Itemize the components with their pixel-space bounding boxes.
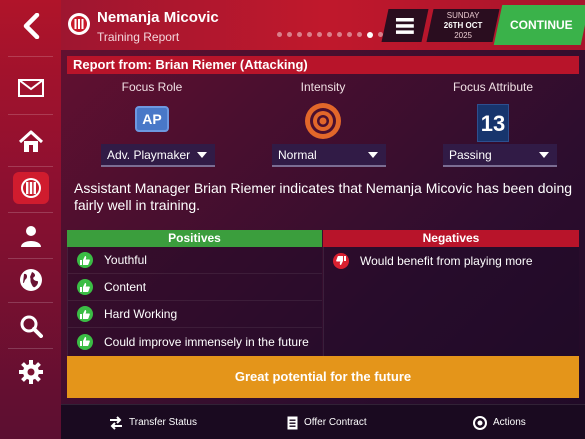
focus-attribute-column: Focus Attribute 13 bbox=[434, 80, 552, 142]
sidebar-item-search[interactable] bbox=[0, 304, 61, 348]
search-icon bbox=[20, 315, 43, 338]
positive-text: Youthful bbox=[104, 253, 147, 267]
home-icon bbox=[18, 130, 43, 152]
positives-heading: Positives bbox=[67, 230, 322, 247]
footer-action-bar: Transfer Status Offer Contract Actions bbox=[61, 404, 585, 439]
date-year: 2025 bbox=[454, 31, 472, 40]
intensity-dropdown[interactable]: Normal bbox=[272, 144, 386, 167]
document-icon bbox=[287, 416, 298, 430]
intensity-target-icon bbox=[305, 103, 341, 139]
intensity-column: Intensity bbox=[264, 80, 382, 145]
date-day: SUNDAY bbox=[446, 11, 480, 20]
list-item: Content bbox=[68, 274, 322, 301]
sidebar-item-world[interactable] bbox=[0, 258, 61, 302]
negatives-heading: Negatives bbox=[323, 230, 579, 247]
date-main: 26TH OCT bbox=[443, 21, 483, 30]
globe-icon bbox=[19, 269, 42, 291]
actions-target-icon bbox=[473, 415, 487, 430]
offer-contract-label: Offer Contract bbox=[304, 417, 367, 428]
page-dot-active[interactable] bbox=[367, 31, 373, 38]
club-crest-icon bbox=[68, 13, 90, 35]
positive-text: Hard Working bbox=[104, 307, 178, 321]
chevron-left-icon bbox=[23, 13, 39, 39]
focus-role-dropdown[interactable]: Adv. Playmaker bbox=[101, 144, 215, 167]
positive-text: Could improve immensely in the future bbox=[104, 334, 309, 349]
calendar-date[interactable]: SUNDAY 26TH OCT 2025 bbox=[426, 9, 500, 42]
gear-icon bbox=[18, 360, 43, 384]
positive-text: Content bbox=[104, 280, 147, 294]
page-dot[interactable] bbox=[277, 32, 282, 37]
focus-role-value: Adv. Playmaker bbox=[107, 148, 191, 162]
continue-label: CONTINUE bbox=[510, 18, 573, 32]
sidebar-item-inbox[interactable] bbox=[0, 66, 61, 110]
intensity-value: Normal bbox=[278, 148, 317, 162]
page-subtitle: Training Report bbox=[97, 30, 180, 44]
offer-contract-button[interactable]: Offer Contract bbox=[287, 405, 367, 439]
sidebar bbox=[0, 0, 61, 439]
page-dot[interactable] bbox=[317, 32, 322, 37]
focus-attribute-label: Focus Attribute bbox=[452, 80, 534, 94]
attribute-value-badge: 13 bbox=[477, 104, 509, 142]
club-badge-icon bbox=[20, 178, 41, 198]
intensity-label: Intensity bbox=[300, 80, 346, 94]
thumbs-down-icon bbox=[333, 252, 349, 269]
report-summary: Assistant Manager Brian Riemer indicates… bbox=[74, 180, 573, 213]
sidebar-item-home[interactable] bbox=[0, 120, 61, 164]
continue-button[interactable]: CONTINUE bbox=[493, 5, 585, 45]
transfer-status-button[interactable]: Transfer Status bbox=[109, 405, 197, 439]
list-item: Could improve immensely in the future bbox=[68, 328, 322, 355]
person-icon bbox=[20, 226, 41, 247]
page-dot[interactable] bbox=[327, 32, 332, 37]
page-dot[interactable] bbox=[357, 32, 362, 37]
list-menu-icon bbox=[396, 17, 414, 34]
role-badge: AP bbox=[135, 106, 169, 132]
page-dot[interactable] bbox=[287, 32, 292, 37]
focus-attribute-value: Passing bbox=[449, 148, 492, 162]
focus-role-column: Focus Role AP bbox=[93, 80, 211, 132]
list-item: Hard Working bbox=[68, 301, 322, 328]
page-dot[interactable] bbox=[297, 32, 302, 37]
focus-attribute-dropdown[interactable]: Passing bbox=[443, 144, 557, 167]
report-title: Report from: Brian Riemer (Attacking) bbox=[67, 56, 579, 74]
list-item: Would benefit from playing more bbox=[324, 247, 579, 274]
sidebar-item-settings[interactable] bbox=[0, 350, 61, 394]
thumbs-up-icon bbox=[77, 252, 93, 268]
transfer-status-label: Transfer Status bbox=[129, 417, 197, 428]
thumbs-up-icon bbox=[77, 279, 93, 295]
thumbs-up-icon bbox=[77, 306, 93, 322]
page-dot[interactable] bbox=[347, 32, 352, 37]
top-header: Nemanja Micovic Training Report SUNDAY 2… bbox=[61, 0, 585, 50]
actions-label: Actions bbox=[493, 417, 526, 428]
actions-button[interactable]: Actions bbox=[473, 405, 526, 439]
thumbs-up-icon bbox=[77, 333, 93, 350]
menu-button[interactable] bbox=[381, 9, 429, 42]
chevron-down-icon bbox=[197, 152, 207, 158]
chevron-down-icon bbox=[539, 152, 549, 158]
positives-panel: Positives Youthful Content Hard Working … bbox=[67, 230, 322, 356]
list-item: Youthful bbox=[68, 247, 322, 274]
negative-text: Would benefit from playing more bbox=[360, 253, 533, 268]
mail-icon bbox=[17, 79, 44, 97]
potential-banner: Great potential for the future bbox=[67, 356, 579, 398]
sidebar-item-club[interactable] bbox=[0, 166, 61, 210]
page-dot[interactable] bbox=[307, 32, 312, 37]
chevron-down-icon bbox=[368, 152, 378, 158]
sidebar-item-staff[interactable] bbox=[0, 214, 61, 258]
negatives-panel: Negatives Would benefit from playing mor… bbox=[323, 230, 579, 356]
transfer-arrows-icon bbox=[109, 415, 123, 430]
player-name[interactable]: Nemanja Micovic bbox=[97, 9, 219, 26]
page-dot[interactable] bbox=[337, 32, 342, 37]
back-button[interactable] bbox=[0, 0, 61, 52]
focus-role-label: Focus Role bbox=[121, 80, 183, 94]
